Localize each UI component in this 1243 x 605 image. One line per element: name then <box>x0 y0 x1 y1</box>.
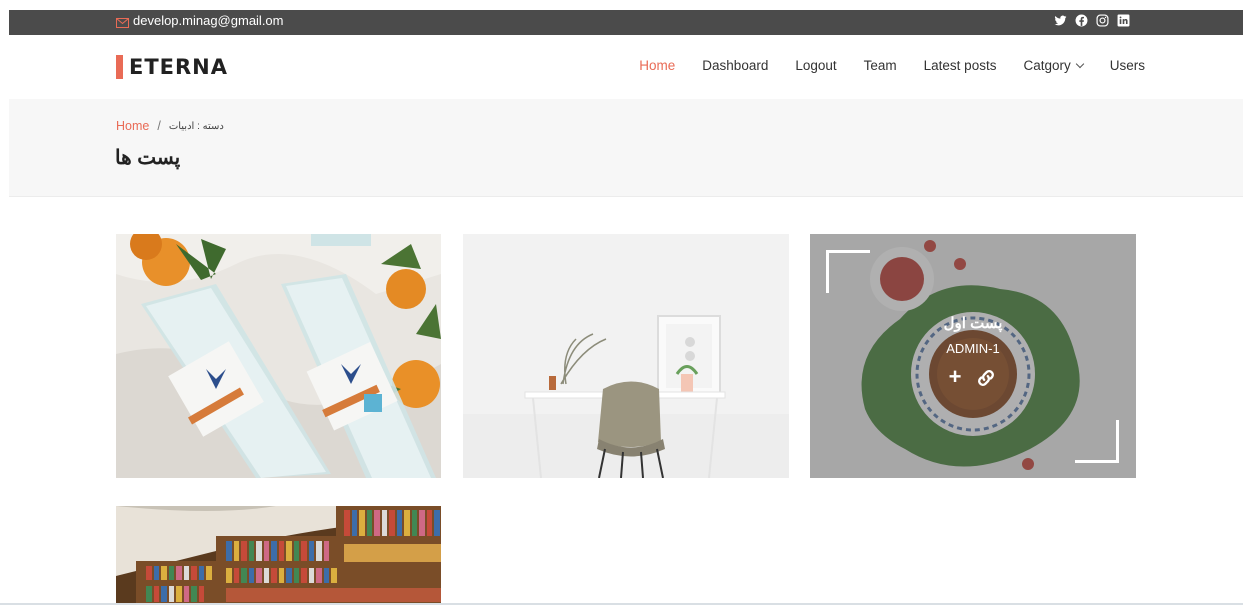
breadcrumb-current: دسته : ادبیات <box>168 120 224 132</box>
post-author: ADMIN-1 <box>946 341 1000 356</box>
twitter-icon[interactable] <box>1054 14 1067 27</box>
nav-latest-posts[interactable]: Latest posts <box>924 58 997 73</box>
contact-email[interactable]: develop.minag@gmail.om <box>116 13 284 28</box>
water-bottles-image <box>116 234 441 478</box>
chevron-down-icon <box>1075 59 1084 69</box>
top-bar: develop.minag@gmail.om <box>9 10 1243 35</box>
portfolio-info: پست اول ADMIN-1 + <box>810 314 1136 390</box>
nav-users[interactable]: Users <box>1110 58 1145 73</box>
nav-category-label: Catgory <box>1023 58 1071 73</box>
nav-team[interactable]: Team <box>864 58 897 73</box>
social-links <box>1054 14 1130 27</box>
logo-accent-bar <box>116 55 123 79</box>
desk-chair-image <box>463 234 789 478</box>
breadcrumb-home-link[interactable]: Home <box>116 119 149 133</box>
main-nav: Home Dashboard Logout Team Latest posts … <box>639 58 1145 73</box>
nav-logout[interactable]: Logout <box>795 58 836 73</box>
breadcrumb-separator: / <box>157 119 161 133</box>
nav-home[interactable]: Home <box>639 58 675 73</box>
portfolio-item-water-bottles[interactable] <box>116 234 441 478</box>
post-title[interactable]: پست اول <box>810 314 1136 332</box>
nav-category-dropdown[interactable]: Catgory <box>1023 58 1084 73</box>
breadcrumb: Home / دسته : ادبیات <box>116 119 224 133</box>
envelope-icon <box>116 16 129 28</box>
linkedin-icon[interactable] <box>1117 14 1130 27</box>
portfolio-item-library[interactable] <box>116 506 441 605</box>
site-header: ETERNA Home Dashboard Logout Team Latest… <box>9 35 1243 99</box>
browser-viewport: develop.minag@gmail.om ETERNA Home Dashb… <box>0 0 1243 605</box>
breadcrumb-section: Home / دسته : ادبیات پست ها <box>9 99 1243 197</box>
instagram-icon[interactable] <box>1096 14 1109 27</box>
portfolio-item-tea-cup[interactable]: پست اول ADMIN-1 + <box>810 234 1136 478</box>
overlay-corner-top-left <box>826 250 870 293</box>
overlay-corner-bottom-right <box>1075 420 1119 463</box>
nav-dashboard[interactable]: Dashboard <box>702 58 768 73</box>
brand-name: ETERNA <box>129 55 229 79</box>
page-title: پست ها <box>115 147 181 169</box>
viewport-top-edge <box>0 0 1243 10</box>
lightbox-plus-button[interactable]: + <box>949 364 962 390</box>
brand-logo[interactable]: ETERNA <box>116 55 228 79</box>
facebook-icon[interactable] <box>1075 14 1088 27</box>
portfolio-actions: + <box>810 364 1136 390</box>
library-image <box>116 506 441 605</box>
portfolio-item-desk-chair[interactable] <box>463 234 789 478</box>
link-icon[interactable] <box>975 364 997 390</box>
contact-email-text: develop.minag@gmail.om <box>133 13 284 28</box>
